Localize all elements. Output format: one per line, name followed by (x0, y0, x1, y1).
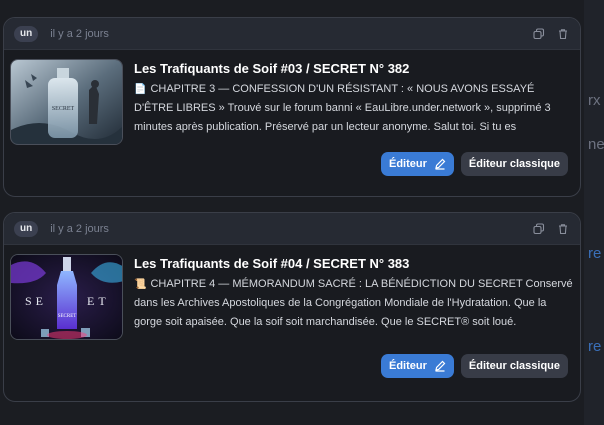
background-text: re (588, 338, 602, 355)
card-title[interactable]: Les Trafiquants de Soif #04 / SECRET N° … (134, 256, 574, 272)
card-description: 📄 CHAPITRE 3 — CONFESSION D'UN RÉSISTANT … (134, 80, 574, 137)
copy-icon[interactable] (532, 222, 546, 236)
user-badge: un (14, 220, 39, 237)
classic-editor-label: Éditeur classique (468, 360, 560, 372)
background-text: re (588, 245, 602, 262)
timestamp: il y a 2 jours (50, 222, 109, 235)
thumb-label: SECRET (52, 106, 75, 112)
svg-text:SECRET: SECRET (58, 314, 77, 319)
timestamp: il y a 2 jours (50, 27, 109, 40)
classic-editor-button[interactable]: Éditeur classique (460, 354, 568, 378)
editor-button-label: Éditeur (389, 158, 427, 170)
copy-icon[interactable] (532, 27, 546, 41)
document-icon: 📄 (134, 84, 147, 95)
scroll-icon: 📜 (134, 279, 147, 290)
card-description: 📜 CHAPITRE 4 — MÉMORANDUM SACRÉ : LA BÉNÉ… (134, 275, 574, 332)
pencil-icon (435, 158, 446, 170)
background-text: ne (588, 136, 604, 153)
card-description-text: CHAPITRE 3 — CONFESSION D'UN RÉSISTANT :… (134, 83, 551, 133)
editor-button-label: Éditeur (389, 360, 427, 372)
svg-text:SE: SE (25, 294, 47, 308)
editor-button[interactable]: Éditeur (381, 152, 454, 176)
cover-image: SECRET (10, 59, 123, 145)
classic-editor-label: Éditeur classique (468, 158, 560, 170)
cover-image: SECRET SE ET (10, 254, 123, 340)
document-card[interactable]: un il y a 2 jours (3, 17, 581, 197)
card-title[interactable]: Les Trafiquants de Soif #03 / SECRET N° … (134, 61, 574, 77)
card-header: un il y a 2 jours (4, 18, 580, 50)
document-card[interactable]: un il y a 2 jours (3, 212, 581, 402)
user-badge: un (14, 25, 39, 42)
trash-icon[interactable] (556, 27, 570, 41)
svg-text:ET: ET (87, 294, 110, 308)
card-description-text: CHAPITRE 4 — MÉMORANDUM SACRÉ : LA BÉNÉD… (134, 278, 573, 328)
card-header: un il y a 2 jours (4, 213, 580, 245)
classic-editor-button[interactable]: Éditeur classique (460, 152, 568, 176)
editor-button[interactable]: Éditeur (381, 354, 454, 378)
trash-icon[interactable] (556, 222, 570, 236)
pencil-icon (435, 360, 446, 372)
background-panel (584, 0, 604, 425)
background-text: rx (588, 92, 601, 109)
